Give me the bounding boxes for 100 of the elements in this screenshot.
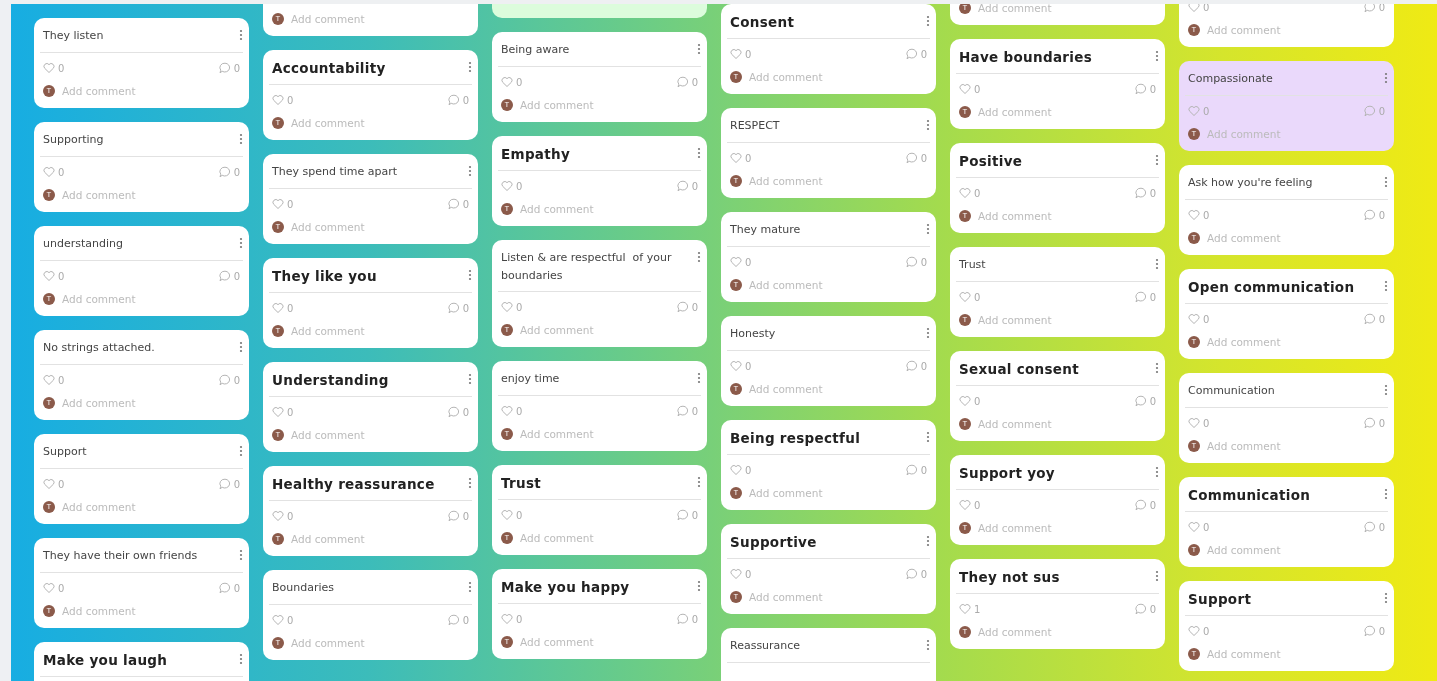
comment-field[interactable]: Add comment [1207, 24, 1327, 36]
heart-icon[interactable] [501, 301, 513, 313]
heart-icon[interactable] [43, 478, 55, 490]
comment-icon[interactable] [1134, 83, 1147, 95]
more-icon[interactable] [1155, 50, 1159, 62]
more-icon[interactable] [1384, 176, 1388, 188]
comment-icon[interactable] [1363, 4, 1376, 13]
comment-field[interactable]: Add comment [291, 13, 411, 25]
comment-field[interactable]: Add comment [62, 605, 182, 617]
comment-icon[interactable] [447, 510, 460, 522]
comment-field[interactable]: Add comment [520, 636, 640, 648]
comment-icon[interactable] [676, 76, 689, 88]
more-icon[interactable] [926, 431, 930, 443]
heart-icon[interactable] [43, 62, 55, 74]
heart-icon[interactable] [501, 405, 513, 417]
comment-icon[interactable] [447, 198, 460, 210]
more-icon[interactable] [697, 251, 701, 263]
heart-icon[interactable] [959, 499, 971, 511]
comment-field[interactable]: Add comment [291, 637, 411, 649]
more-icon[interactable] [468, 581, 472, 593]
comment-field[interactable]: Add comment [62, 293, 182, 305]
comment-field[interactable]: Add comment [291, 429, 411, 441]
heart-icon[interactable] [501, 180, 513, 192]
comment-field[interactable]: Add comment [749, 279, 869, 291]
comment-field[interactable]: Add comment [520, 203, 640, 215]
comment-field[interactable]: Add comment [520, 324, 640, 336]
heart-icon[interactable] [730, 152, 742, 164]
comment-icon[interactable] [676, 301, 689, 313]
comment-icon[interactable] [218, 62, 231, 74]
heart-icon[interactable] [730, 360, 742, 372]
heart-icon[interactable] [730, 48, 742, 60]
more-icon[interactable] [926, 535, 930, 547]
more-icon[interactable] [1384, 488, 1388, 500]
more-icon[interactable] [697, 43, 701, 55]
more-icon[interactable] [239, 237, 243, 249]
comment-icon[interactable] [218, 582, 231, 594]
heart-icon[interactable] [43, 166, 55, 178]
comment-field[interactable]: Add comment [291, 325, 411, 337]
more-icon[interactable] [239, 653, 243, 665]
heart-icon[interactable] [1188, 417, 1200, 429]
heart-icon[interactable] [43, 582, 55, 594]
heart-icon[interactable] [959, 83, 971, 95]
comment-icon[interactable] [676, 180, 689, 192]
comment-field[interactable]: Add comment [1207, 232, 1327, 244]
comment-field[interactable]: Add comment [749, 487, 869, 499]
comment-field[interactable]: Add comment [291, 533, 411, 545]
more-icon[interactable] [239, 549, 243, 561]
comment-field[interactable]: Add comment [291, 117, 411, 129]
more-icon[interactable] [697, 372, 701, 384]
comment-field[interactable]: Add comment [978, 106, 1098, 118]
more-icon[interactable] [239, 29, 243, 41]
comment-icon[interactable] [1134, 187, 1147, 199]
more-icon[interactable] [697, 580, 701, 592]
more-icon[interactable] [468, 61, 472, 73]
comment-field[interactable]: Add comment [62, 501, 182, 513]
comment-field[interactable]: Add comment [978, 4, 1098, 14]
heart-icon[interactable] [959, 395, 971, 407]
comment-field[interactable]: Add comment [291, 221, 411, 233]
comment-field[interactable]: Add comment [520, 428, 640, 440]
comment-field[interactable]: Add comment [749, 175, 869, 187]
comment-field[interactable]: Add comment [62, 85, 182, 97]
comment-field[interactable]: Add comment [978, 626, 1098, 638]
more-icon[interactable] [1155, 570, 1159, 582]
comment-field[interactable]: Add comment [520, 532, 640, 544]
more-icon[interactable] [697, 147, 701, 159]
comment-icon[interactable] [218, 478, 231, 490]
comment-icon[interactable] [905, 48, 918, 60]
heart-icon[interactable] [501, 509, 513, 521]
comment-field[interactable]: Add comment [978, 522, 1098, 534]
heart-icon[interactable] [1188, 313, 1200, 325]
heart-icon[interactable] [501, 76, 513, 88]
comment-icon[interactable] [1134, 603, 1147, 615]
heart-icon[interactable] [959, 187, 971, 199]
heart-icon[interactable] [959, 291, 971, 303]
comment-icon[interactable] [1134, 499, 1147, 511]
comment-icon[interactable] [1363, 209, 1376, 221]
more-icon[interactable] [468, 373, 472, 385]
more-icon[interactable] [926, 223, 930, 235]
heart-icon[interactable] [272, 614, 284, 626]
comment-icon[interactable] [905, 464, 918, 476]
heart-icon[interactable] [501, 613, 513, 625]
heart-icon[interactable] [730, 256, 742, 268]
comment-field[interactable]: Add comment [749, 71, 869, 83]
heart-icon[interactable] [1188, 521, 1200, 533]
heart-icon[interactable] [1188, 4, 1200, 13]
heart-icon[interactable] [43, 374, 55, 386]
heart-icon[interactable] [1188, 209, 1200, 221]
more-icon[interactable] [926, 327, 930, 339]
comment-icon[interactable] [447, 406, 460, 418]
comment-icon[interactable] [218, 166, 231, 178]
comment-icon[interactable] [676, 509, 689, 521]
comment-icon[interactable] [905, 256, 918, 268]
comment-icon[interactable] [676, 405, 689, 417]
heart-icon[interactable] [1188, 625, 1200, 637]
more-icon[interactable] [926, 15, 930, 27]
comment-field[interactable]: Add comment [1207, 544, 1327, 556]
comment-icon[interactable] [1363, 417, 1376, 429]
comment-field[interactable]: Add comment [62, 189, 182, 201]
comment-icon[interactable] [218, 270, 231, 282]
comment-field[interactable]: Add comment [1207, 336, 1327, 348]
